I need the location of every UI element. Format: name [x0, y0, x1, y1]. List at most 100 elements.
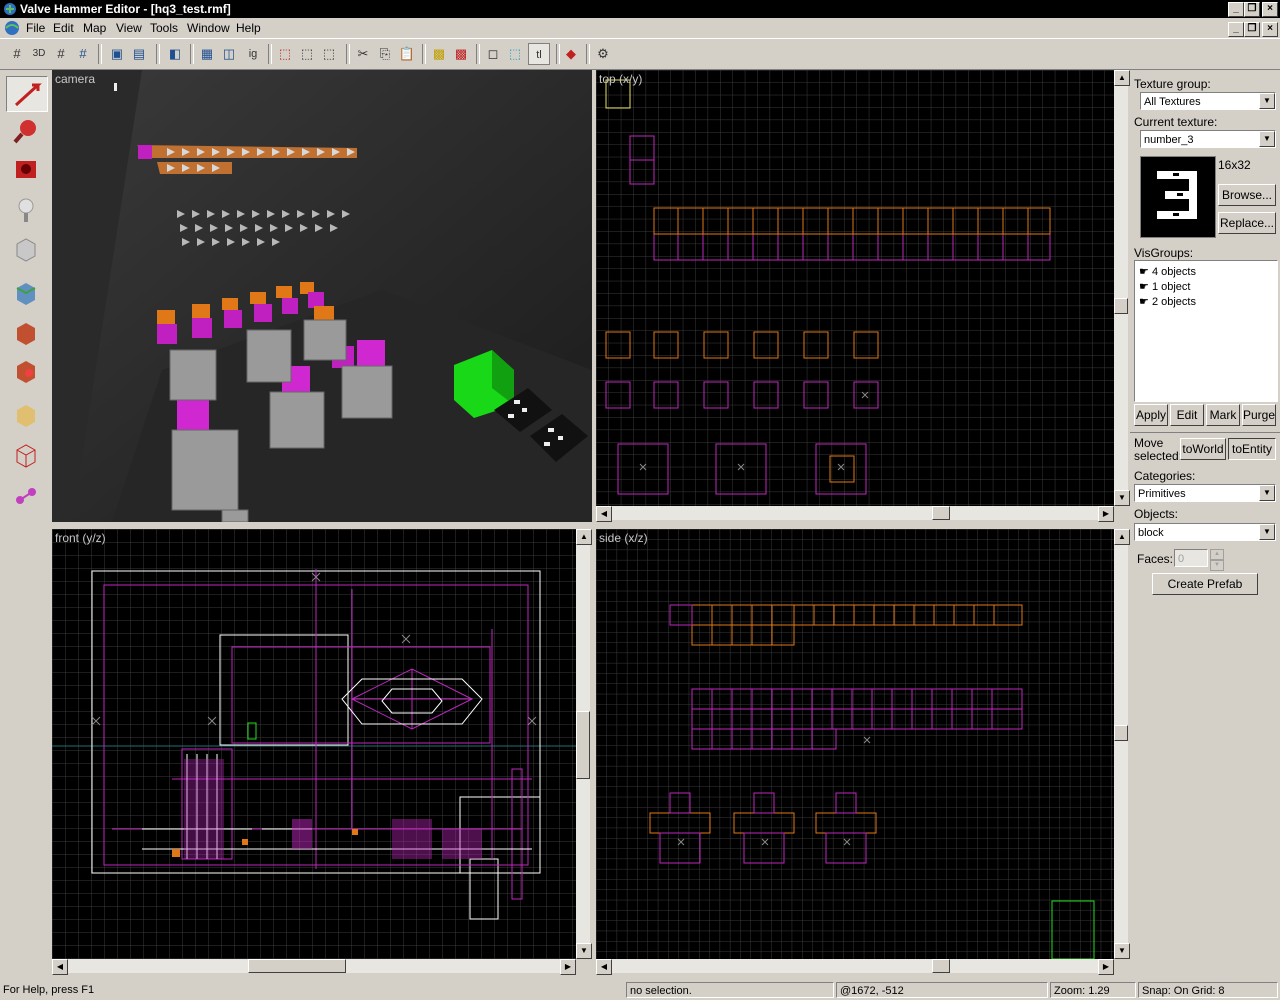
path-tool-icon[interactable] — [6, 478, 46, 512]
cut-icon[interactable]: ✂ — [352, 43, 374, 65]
scroll-right-icon[interactable]: ▶ — [560, 959, 576, 975]
front-vscrollbar[interactable]: ▲ ▼ — [576, 529, 592, 959]
vertex-icon[interactable]: ◆ — [560, 43, 582, 65]
selection-box-icon[interactable]: ▩ — [428, 43, 450, 65]
scroll-left-icon[interactable]: ◀ — [52, 959, 68, 975]
side-viewport[interactable]: side (x/z) — [596, 529, 1114, 959]
restore-button[interactable]: ❐ — [1244, 2, 1260, 17]
ungroup-icon[interactable]: ▤ — [128, 43, 150, 65]
front-vscroll-thumb[interactable] — [576, 711, 590, 779]
mdi-restore-button[interactable]: ❐ — [1244, 22, 1260, 37]
3d-grid-icon[interactable]: 3D — [28, 43, 50, 65]
selection-dashed-icon[interactable]: ▩ — [450, 43, 472, 65]
group-icon[interactable]: ▣ — [106, 43, 128, 65]
grid-larger-icon[interactable]: # — [72, 43, 94, 65]
clipping-tool-icon[interactable] — [6, 398, 46, 432]
chevron-down-icon[interactable]: ▼ — [1259, 93, 1275, 109]
scroll-down-icon[interactable]: ▼ — [576, 943, 592, 959]
faces-field[interactable]: 0 — [1174, 549, 1208, 567]
visgroup-item[interactable]: ☛ 4 objects — [1139, 265, 1196, 278]
side-vscrollbar[interactable]: ▲ ▼ — [1114, 529, 1130, 959]
top-hscrollbar[interactable]: ◀ ▶ — [596, 506, 1114, 522]
current-texture-select[interactable]: number_3 ▼ — [1140, 130, 1276, 148]
carve-icon[interactable]: ◫ — [218, 43, 240, 65]
scroll-left-icon[interactable]: ◀ — [596, 959, 612, 975]
chevron-down-icon[interactable]: ▼ — [1259, 485, 1275, 501]
front-hscrollbar[interactable]: ◀ ▶ — [52, 959, 576, 975]
replace-button[interactable]: Replace... — [1218, 212, 1276, 234]
grid-icon[interactable]: # — [6, 43, 28, 65]
top-viewport[interactable]: top (x/y) — [596, 70, 1114, 506]
apply-current-texture-icon[interactable] — [6, 316, 46, 350]
purge-button[interactable]: Purge — [1242, 404, 1276, 426]
entity-tool-icon[interactable] — [6, 194, 46, 228]
visgroup-item[interactable]: ☛ 1 object — [1139, 280, 1190, 293]
undo-icon[interactable]: ◧ — [164, 43, 186, 65]
front-viewport[interactable]: front (y/z) — [52, 529, 576, 959]
edit-button[interactable]: Edit — [1170, 404, 1204, 426]
magnify-tool-icon[interactable] — [6, 114, 46, 148]
mark-button[interactable]: Mark — [1206, 404, 1240, 426]
decal-tool-icon[interactable] — [6, 354, 46, 388]
hatch-icon[interactable]: ⬚ — [296, 43, 318, 65]
mdi-minimize-button[interactable]: _ — [1228, 22, 1244, 37]
minimize-button[interactable]: _ — [1228, 2, 1244, 17]
copy-icon[interactable]: ⎘ — [374, 43, 396, 65]
scroll-up-icon[interactable]: ▲ — [1114, 529, 1130, 545]
hide-icon[interactable]: ▦ — [196, 43, 218, 65]
top-vscrollbar[interactable]: ▲ ▼ — [1114, 70, 1130, 506]
texture-lock-icon[interactable]: ig — [242, 43, 264, 65]
visibility-hand-icon[interactable]: ☛ — [1139, 296, 1149, 308]
texture-group-select[interactable]: All Textures ▼ — [1140, 92, 1276, 110]
visgroup-item[interactable]: ☛ 2 objects — [1139, 295, 1196, 308]
browse-button[interactable]: Browse... — [1218, 184, 1276, 206]
close-button[interactable]: × — [1262, 2, 1278, 17]
faces-spinner[interactable]: ▲ ▼ — [1210, 549, 1224, 571]
chevron-down-icon[interactable]: ▼ — [1259, 131, 1275, 147]
selection-tool-icon[interactable] — [6, 76, 48, 112]
scroll-down-icon[interactable]: ▼ — [1114, 490, 1130, 506]
visibility-hand-icon[interactable]: ☛ — [1139, 266, 1149, 278]
chevron-down-icon[interactable]: ▼ — [1259, 524, 1275, 540]
top-vscroll-thumb[interactable] — [1114, 298, 1128, 314]
scroll-up-icon[interactable]: ▲ — [576, 529, 592, 545]
spin-up-icon[interactable]: ▲ — [1210, 549, 1224, 560]
top-hscroll-thumb[interactable] — [932, 506, 950, 520]
camera-viewport[interactable]: camera — [52, 70, 592, 522]
menu-tools[interactable]: Tools — [150, 21, 178, 35]
scroll-down-icon[interactable]: ▼ — [1114, 943, 1130, 959]
hatch-2-icon[interactable]: ⬚ — [318, 43, 340, 65]
scroll-right-icon[interactable]: ▶ — [1098, 959, 1114, 975]
menu-window[interactable]: Window — [187, 21, 230, 35]
menu-edit[interactable]: Edit — [53, 21, 74, 35]
vertex-manipulation-icon[interactable] — [6, 438, 46, 472]
document-icon[interactable] — [4, 20, 20, 36]
objects-select[interactable]: block ▼ — [1134, 523, 1276, 541]
create-prefab-button[interactable]: Create Prefab — [1152, 573, 1258, 595]
to-world-button[interactable]: toWorld — [1180, 438, 1226, 460]
bounding-box-icon[interactable]: ◻ — [482, 43, 504, 65]
paste-icon[interactable]: 📋 — [396, 43, 418, 65]
visibility-hand-icon[interactable]: ☛ — [1139, 281, 1149, 293]
camera-tool-icon[interactable] — [6, 152, 46, 186]
scroll-left-icon[interactable]: ◀ — [596, 506, 612, 522]
menu-file[interactable]: File — [26, 21, 45, 35]
side-hscroll-thumb[interactable] — [932, 959, 950, 973]
menu-view[interactable]: View — [116, 21, 142, 35]
visgroups-list[interactable]: ☛ 4 objects ☛ 1 object ☛ 2 objects — [1134, 260, 1278, 402]
tl-box-icon[interactable]: ⬚ — [504, 43, 526, 65]
hollow-icon[interactable]: ⬚ — [274, 43, 296, 65]
front-hscroll-thumb[interactable] — [248, 959, 346, 973]
menu-map[interactable]: Map — [83, 21, 106, 35]
side-hscrollbar[interactable]: ◀ ▶ — [596, 959, 1114, 975]
tl-icon[interactable]: tl — [528, 43, 550, 65]
grid-smaller-icon[interactable]: # — [50, 43, 72, 65]
to-entity-button[interactable]: toEntity — [1228, 438, 1276, 460]
apply-button[interactable]: Apply — [1134, 404, 1168, 426]
menu-help[interactable]: Help — [236, 21, 261, 35]
scroll-right-icon[interactable]: ▶ — [1098, 506, 1114, 522]
spin-down-icon[interactable]: ▼ — [1210, 560, 1224, 571]
scroll-up-icon[interactable]: ▲ — [1114, 70, 1130, 86]
wrench-icon[interactable]: ⚙ — [592, 43, 614, 65]
texture-application-icon[interactable] — [6, 276, 46, 310]
